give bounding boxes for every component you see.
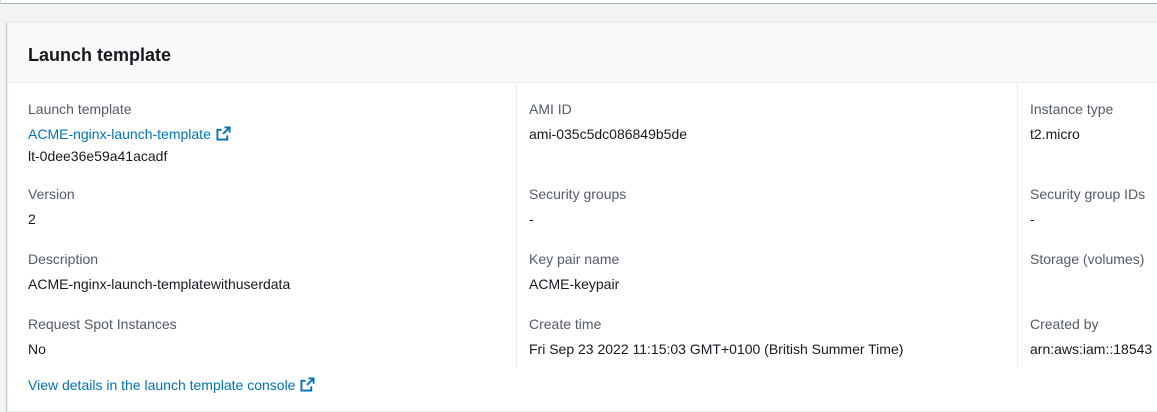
details-column-3: Instance type t2.micro Security group ID… <box>1030 83 1157 368</box>
ami-id-field: AMI ID ami-035c5dc086849b5de <box>529 100 999 143</box>
external-link-icon <box>216 126 231 145</box>
launch-template-id: lt-0dee36e59a41acadf <box>28 148 168 164</box>
request-spot-instances-label: Request Spot Instances <box>28 316 177 332</box>
key-pair-name-label: Key pair name <box>529 251 620 267</box>
create-time-value: Fri Sep 23 2022 11:15:03 GMT+0100 (Briti… <box>529 341 904 357</box>
launch-template-link-text: ACME-nginx-launch-template <box>28 126 211 142</box>
external-link-icon <box>300 377 315 396</box>
launch-template-value: ACME-nginx-launch-template <box>28 125 498 145</box>
version-value: 2 <box>28 211 36 227</box>
security-groups-value: - <box>529 211 534 227</box>
instance-type-value: t2.micro <box>1030 126 1080 142</box>
key-pair-name-field: Key pair name ACME-keypair <box>529 250 999 293</box>
storage-volumes-label: Storage (volumes) <box>1030 251 1145 267</box>
created-by-field: Created by arn:aws:iam::18543 <box>1030 315 1157 358</box>
description-label: Description <box>28 251 99 267</box>
instance-type-label: Instance type <box>1030 101 1114 117</box>
description-field: Description ACME-nginx-launch-templatewi… <box>28 250 498 293</box>
previous-panel-edge <box>0 0 1157 4</box>
request-spot-instances-field: Request Spot Instances No <box>28 315 498 358</box>
version-label: Version <box>28 186 75 202</box>
details-column-2: AMI ID ami-035c5dc086849b5de Security gr… <box>529 83 999 368</box>
instance-type-field: Instance type t2.micro <box>1030 100 1157 143</box>
request-spot-instances-value: No <box>28 341 46 357</box>
created-by-label: Created by <box>1030 316 1099 332</box>
security-group-ids-value: - <box>1030 211 1035 227</box>
description-value: ACME-nginx-launch-templatewithuserdata <box>28 276 291 292</box>
security-group-ids-label: Security group IDs <box>1030 186 1146 202</box>
details-column-1: Launch template ACME-nginx-launch-templa… <box>28 83 498 368</box>
security-groups-field: Security groups - <box>529 185 999 228</box>
security-groups-label: Security groups <box>529 186 627 202</box>
launch-template-panel: Launch template Launch template ACME-ngi… <box>7 22 1157 412</box>
create-time-label: Create time <box>529 316 602 332</box>
launch-template-field: Launch template ACME-nginx-launch-templa… <box>28 100 498 165</box>
create-time-field: Create time Fri Sep 23 2022 11:15:03 GMT… <box>529 315 999 358</box>
key-pair-name-value: ACME-keypair <box>529 276 620 292</box>
version-field: Version 2 <box>28 185 498 228</box>
security-group-ids-field: Security group IDs - <box>1030 185 1157 228</box>
created-by-value: arn:aws:iam::18543 <box>1030 341 1153 357</box>
column-divider-1 <box>516 83 517 368</box>
ami-id-value: ami-035c5dc086849b5de <box>529 126 688 142</box>
launch-template-label: Launch template <box>28 101 132 117</box>
view-in-console-link-text: View details in the launch template cons… <box>28 377 296 393</box>
view-in-console-link[interactable]: View details in the launch template cons… <box>28 377 315 393</box>
launch-template-link[interactable]: ACME-nginx-launch-template <box>28 126 231 142</box>
panel-header: Launch template <box>8 23 1157 83</box>
panel-title: Launch template <box>28 45 172 65</box>
ami-id-label: AMI ID <box>529 101 572 117</box>
storage-volumes-field: Storage (volumes) <box>1030 250 1157 275</box>
column-divider-2 <box>1017 83 1018 368</box>
footer: View details in the launch template cons… <box>28 376 315 396</box>
